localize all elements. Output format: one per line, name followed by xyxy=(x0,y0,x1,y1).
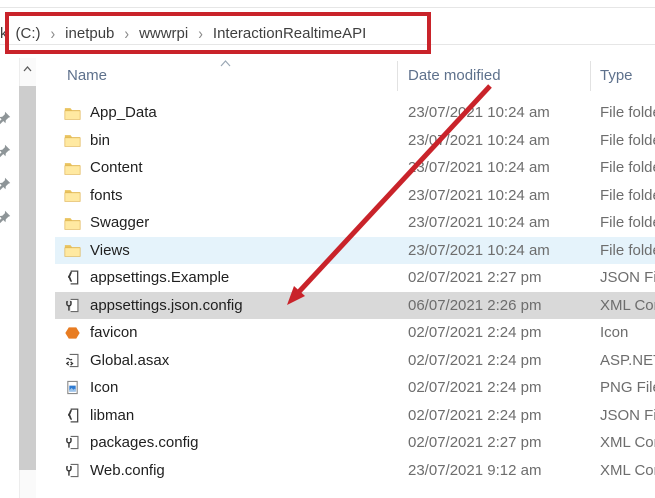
file-date-modified: 02/07/2021 2:27 pm xyxy=(408,269,600,286)
file-date-modified: 02/07/2021 2:24 pm xyxy=(408,379,600,396)
file-row[interactable]: Web.config 23/07/2021 9:12 amXML Configur… xyxy=(55,457,655,485)
folder-icon xyxy=(63,105,81,121)
file-row[interactable]: packages.config 02/07/2021 2:27 pmXML Con… xyxy=(55,429,655,457)
file-row[interactable]: App_Data 23/07/2021 10:24 amFile folder xyxy=(55,99,655,127)
file-name: Swagger xyxy=(90,214,149,231)
breadcrumb-item[interactable]: InteractionRealtimeAPI xyxy=(213,25,366,42)
file-date-modified: 23/07/2021 10:24 am xyxy=(408,214,600,231)
file-type: PNG File xyxy=(600,379,655,396)
scroll-up-arrow-icon[interactable] xyxy=(19,60,36,78)
file-date-modified: 23/07/2021 9:12 am xyxy=(408,462,600,479)
file-name: fonts xyxy=(90,187,123,204)
pushpin-icon xyxy=(0,177,11,192)
breadcrumb-separator-icon: › xyxy=(124,23,129,42)
sort-ascending-icon xyxy=(220,54,231,71)
file-row[interactable]: libman 02/07/2021 2:24 pmJSON File xyxy=(55,402,655,430)
file-date-modified: 23/07/2021 10:24 am xyxy=(408,132,600,149)
pushpin-icon xyxy=(0,210,11,225)
folder-icon xyxy=(63,187,81,203)
file-name: appsettings.Example xyxy=(90,269,229,286)
folder-icon xyxy=(63,242,81,258)
scrollbar-thumb[interactable] xyxy=(19,86,36,470)
file-date-modified: 06/07/2021 2:26 pm xyxy=(408,297,600,314)
file-type: JSON File xyxy=(600,269,655,286)
breadcrumb: k (C:) › inetpub › wwwrpi › InteractionRealtim… xyxy=(0,14,366,52)
pushpin-icon xyxy=(0,111,11,126)
file-row[interactable]: fonts 23/07/2021 10:24 amFile folder xyxy=(55,182,655,210)
file-list: App_Data23/07/2021 10:24 amFile folderbi… xyxy=(55,99,655,484)
file-type: XML Configuration File xyxy=(600,297,655,314)
breadcrumb-separator-icon: › xyxy=(51,23,56,42)
file-date-modified: 02/07/2021 2:24 pm xyxy=(408,324,600,341)
json-icon xyxy=(63,407,81,423)
json-icon xyxy=(63,270,81,286)
file-row[interactable]: favicon 02/07/2021 2:24 pmIcon xyxy=(55,319,655,347)
file-type: XML Configuration File xyxy=(600,434,655,451)
file-name: packages.config xyxy=(90,434,198,451)
file-name: Icon xyxy=(90,379,118,396)
folder-icon xyxy=(63,215,81,231)
file-name: favicon xyxy=(90,324,138,341)
folder-icon xyxy=(63,160,81,176)
config-icon xyxy=(63,435,81,451)
file-name: Views xyxy=(90,242,130,259)
breadcrumb-item[interactable]: wwwrpi xyxy=(139,25,188,42)
file-type: File folder xyxy=(600,159,655,176)
aspnet-icon xyxy=(63,352,81,368)
file-type: File folder xyxy=(600,104,655,121)
file-date-modified: 23/07/2021 10:24 am xyxy=(408,187,600,204)
hexagon-icon xyxy=(63,325,81,341)
breadcrumb-separator-icon: › xyxy=(198,23,203,42)
list-header: Name Date modified Type xyxy=(55,58,655,94)
file-type: ASP.NET Server Application xyxy=(600,352,655,369)
file-date-modified: 02/07/2021 2:24 pm xyxy=(408,352,600,369)
pushpin-icon xyxy=(0,144,11,159)
folder-icon xyxy=(63,132,81,148)
file-row[interactable]: Swagger 23/07/2021 10:24 amFile folder xyxy=(55,209,655,237)
toolbar-divider xyxy=(0,7,655,8)
column-separator[interactable] xyxy=(397,61,398,91)
breadcrumb-clipped-text: k xyxy=(0,25,8,42)
column-header-name[interactable]: Name xyxy=(67,67,107,84)
file-date-modified: 23/07/2021 10:24 am xyxy=(408,159,600,176)
file-name: appsettings.json.config xyxy=(90,297,243,314)
image-icon xyxy=(63,380,81,396)
file-row[interactable]: appsettings.Example 02/07/2021 2:27 pmJSO… xyxy=(55,264,655,292)
file-row[interactable]: Global.asax 02/07/2021 2:24 pmASP.NET Ser… xyxy=(55,347,655,375)
file-row[interactable]: appsettings.json.config 06/07/2021 2:26 p… xyxy=(55,292,655,320)
file-type: File folder xyxy=(600,214,655,231)
breadcrumb-item[interactable]: (C:) xyxy=(16,25,41,42)
file-type: Icon xyxy=(600,324,655,341)
file-name: bin xyxy=(90,132,110,149)
config-icon xyxy=(63,462,81,478)
file-name: App_Data xyxy=(90,104,157,121)
column-separator[interactable] xyxy=(590,61,591,91)
file-type: File folder xyxy=(600,242,655,259)
file-row[interactable]: Icon 02/07/2021 2:24 pmPNG File xyxy=(55,374,655,402)
file-type: File folder xyxy=(600,132,655,149)
file-name: libman xyxy=(90,407,134,424)
file-row[interactable]: bin 23/07/2021 10:24 amFile folder xyxy=(55,127,655,155)
file-name: Web.config xyxy=(90,462,165,479)
file-type: XML Configuration File xyxy=(600,462,655,479)
config-icon xyxy=(63,297,81,313)
file-date-modified: 02/07/2021 2:24 pm xyxy=(408,407,600,424)
file-name: Content xyxy=(90,159,143,176)
file-name: Global.asax xyxy=(90,352,169,369)
file-type: JSON File xyxy=(600,407,655,424)
file-type: File folder xyxy=(600,187,655,204)
file-row[interactable]: Views 23/07/2021 10:24 amFile folder xyxy=(55,237,655,265)
column-header-type[interactable]: Type xyxy=(600,67,633,84)
file-row[interactable]: Content 23/07/2021 10:24 amFile folder xyxy=(55,154,655,182)
breadcrumb-item[interactable]: inetpub xyxy=(65,25,114,42)
file-date-modified: 02/07/2021 2:27 pm xyxy=(408,434,600,451)
file-date-modified: 23/07/2021 10:24 am xyxy=(408,104,600,121)
column-header-date-modified[interactable]: Date modified xyxy=(408,67,501,84)
file-date-modified: 23/07/2021 10:24 am xyxy=(408,242,600,259)
